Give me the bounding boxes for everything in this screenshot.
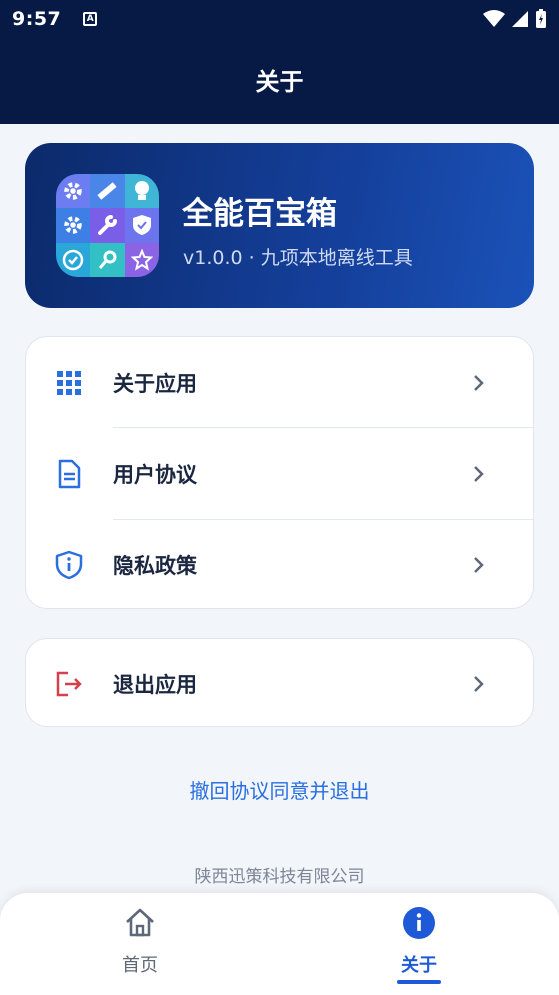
chevron-right-icon <box>474 675 484 692</box>
grid-icon <box>57 370 81 395</box>
menu-item-about-app[interactable]: 关于应用 <box>26 337 533 428</box>
app-logo <box>56 174 159 277</box>
nav-tab-about[interactable]: 关于 <box>319 893 519 995</box>
status-time: 9:57 <box>12 8 62 30</box>
exit-card: 退出应用 <box>25 638 534 727</box>
star-icon <box>124 242 159 277</box>
bottom-nav: 首页 关于 <box>0 893 559 995</box>
key-icon <box>90 242 125 277</box>
menu-item-user-agreement[interactable]: 用户协议 <box>26 428 533 519</box>
home-icon <box>126 908 154 937</box>
active-tab-indicator <box>397 980 441 984</box>
info-icon <box>403 907 435 939</box>
notification-icon: A <box>83 12 98 26</box>
app-version: v1.0.0 · 九项本地离线工具 <box>183 247 413 269</box>
status-bar: 9:57 A <box>0 0 559 38</box>
logout-icon <box>56 671 82 696</box>
menu-card: 关于应用 用户协议 隐私政策 <box>25 336 534 609</box>
shield-check-icon <box>124 208 159 243</box>
gear-icon-2 <box>56 208 91 243</box>
exit-label: 退出应用 <box>113 672 197 697</box>
nav-label: 关于 <box>401 955 437 976</box>
chevron-right-icon <box>474 556 484 573</box>
menu-item-label: 用户协议 <box>113 462 197 487</box>
ruler-icon <box>90 174 125 209</box>
document-icon <box>58 459 81 488</box>
chevron-right-icon <box>474 465 484 482</box>
app-header: 9:57 A 关于 <box>0 0 559 124</box>
nav-label: 首页 <box>122 955 158 976</box>
menu-item-label: 隐私政策 <box>113 553 197 578</box>
shield-info-icon <box>55 550 83 579</box>
wrench-icon <box>90 208 125 243</box>
battery-icon <box>536 9 546 28</box>
revoke-consent-link[interactable]: 撤回协议同意并退出 <box>0 775 559 804</box>
app-name: 全能百宝箱 <box>182 196 337 232</box>
chevron-right-icon <box>474 374 484 391</box>
page-title: 关于 <box>255 68 304 96</box>
check-circle-icon <box>56 242 91 277</box>
menu-item-label: 关于应用 <box>113 371 197 396</box>
gear-icon <box>56 174 91 209</box>
exit-app-button[interactable]: 退出应用 <box>26 639 533 728</box>
signal-icon <box>512 11 528 27</box>
app-info-card: 全能百宝箱 v1.0.0 · 九项本地离线工具 <box>25 143 534 308</box>
wifi-icon <box>483 10 505 27</box>
nav-tab-home[interactable]: 首页 <box>40 893 240 995</box>
lightbulb-icon <box>124 174 159 209</box>
menu-item-privacy-policy[interactable]: 隐私政策 <box>26 519 533 610</box>
company-name: 陕西迅策科技有限公司 <box>194 867 365 887</box>
